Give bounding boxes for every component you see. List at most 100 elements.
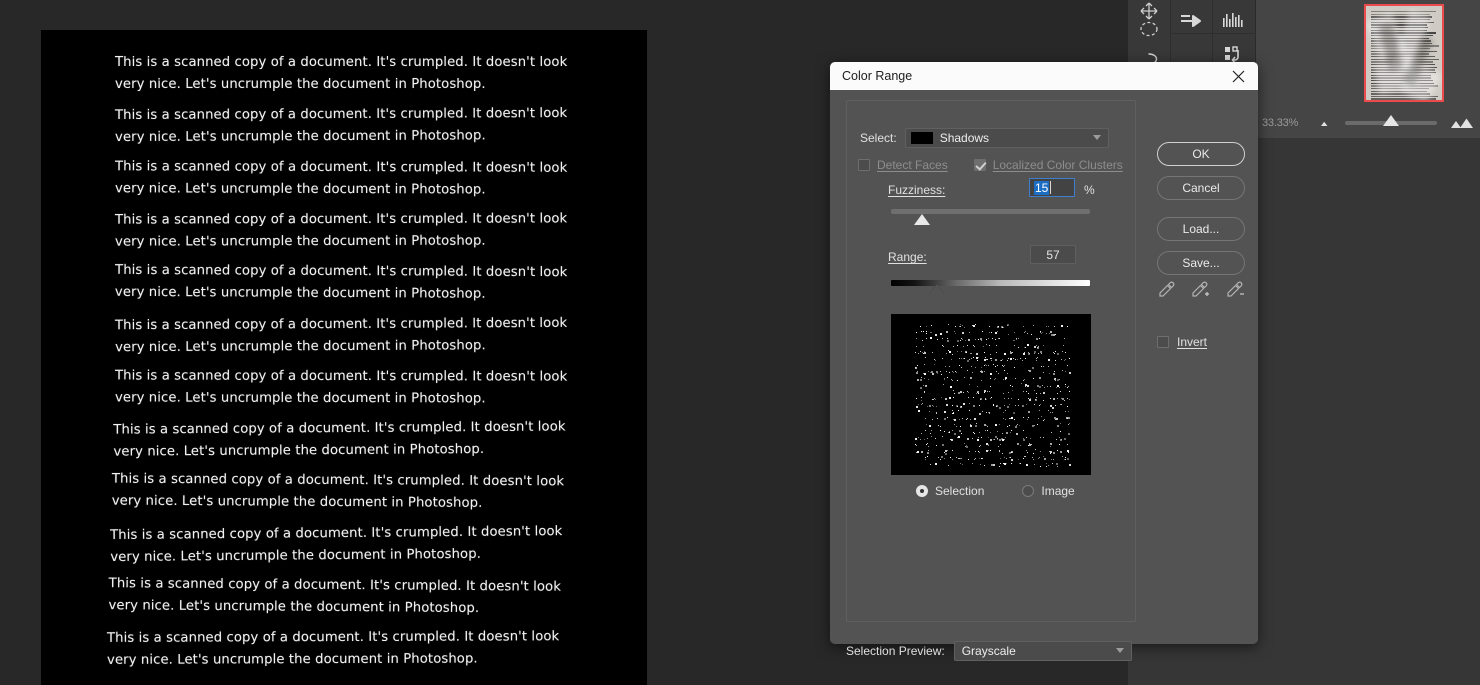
eyedropper-icon[interactable] <box>1157 280 1176 302</box>
fuzziness-slider-thumb[interactable] <box>914 214 930 225</box>
chevron-down-icon[interactable] <box>1116 648 1124 653</box>
save-button[interactable]: Save... <box>1157 251 1245 275</box>
fuzziness-input[interactable]: 15 <box>1029 178 1075 197</box>
preview-speckle <box>954 424 955 425</box>
preview-speckle <box>963 346 964 347</box>
preview-speckle <box>1062 398 1064 400</box>
preview-speckle <box>959 419 960 420</box>
zoom-slider[interactable] <box>1345 121 1437 125</box>
preview-speckle <box>921 400 922 401</box>
preview-speckle <box>950 439 951 440</box>
preview-speckle <box>995 339 996 340</box>
zoom-level-value[interactable]: 33.33% <box>1256 117 1318 129</box>
preview-speckle <box>924 351 925 352</box>
eyedropper-add-icon[interactable] <box>1190 280 1211 302</box>
preview-speckle <box>1021 383 1022 384</box>
selection-radio[interactable] <box>916 485 928 497</box>
preview-speckle <box>969 403 970 404</box>
preview-speckle <box>961 433 962 434</box>
localized-color-clusters-checkbox[interactable] <box>974 159 986 171</box>
chevron-down-icon[interactable] <box>1093 135 1101 140</box>
range-slider-thumb[interactable] <box>929 284 945 295</box>
preview-speckle <box>1023 439 1025 441</box>
dialog-titlebar[interactable]: Color Range <box>830 62 1258 90</box>
preview-speckle <box>926 331 927 332</box>
preview-speckle <box>1008 398 1009 399</box>
zoom-slider-thumb[interactable] <box>1383 115 1399 126</box>
preview-speckle <box>1059 379 1060 380</box>
color-range-dialog[interactable]: Color Range Select: Shadows Detect Faces… <box>830 62 1258 644</box>
small-mountain-icon[interactable] <box>1318 116 1335 130</box>
image-radio[interactable] <box>1022 485 1034 497</box>
preview-speckle <box>1069 464 1071 466</box>
preview-speckle <box>1057 450 1058 451</box>
preview-speckle <box>1057 353 1059 355</box>
preview-speckle <box>1055 380 1056 381</box>
selection-preview-dropdown[interactable]: Grayscale <box>954 641 1132 661</box>
preview-speckle <box>1022 405 1024 407</box>
select-row: Select: Shadows <box>860 128 1109 148</box>
selection-preview-label: Selection Preview: <box>846 644 945 658</box>
preview-speckle <box>982 411 983 412</box>
preview-speckle <box>1028 398 1029 399</box>
preview-speckle <box>1053 373 1055 375</box>
preview-speckle <box>944 418 946 420</box>
cancel-button[interactable]: Cancel <box>1157 176 1245 200</box>
preview-speckle <box>1054 326 1055 327</box>
preview-speckle <box>1067 458 1069 460</box>
preview-speckle <box>1055 360 1056 361</box>
close-icon[interactable] <box>1218 62 1258 90</box>
histogram-icon[interactable] <box>1212 4 1254 37</box>
preview-speckle <box>1059 444 1060 445</box>
elliptical-marquee-icon[interactable] <box>1128 12 1170 45</box>
preview-speckle <box>1004 457 1005 458</box>
load-button[interactable]: Load... <box>1157 217 1245 241</box>
large-mountain-icon[interactable] <box>1449 115 1475 132</box>
preview-speckle <box>1039 410 1040 411</box>
preview-speckle <box>986 339 987 340</box>
navigator-thumbnail[interactable] <box>1364 4 1444 102</box>
preview-speckle <box>941 456 943 458</box>
image-radio-label: Image <box>1041 484 1074 498</box>
eyedropper-subtract-icon[interactable] <box>1225 280 1246 302</box>
preview-speckle <box>1026 464 1028 466</box>
preview-speckle <box>1014 332 1015 333</box>
invert-checkbox[interactable] <box>1157 336 1169 348</box>
preview-speckle <box>957 351 958 352</box>
preview-speckle <box>988 450 989 451</box>
preview-speckle <box>995 366 996 367</box>
preview-speckle <box>1016 339 1017 340</box>
preview-speckle <box>923 373 924 374</box>
select-dropdown[interactable]: Shadows <box>905 128 1109 148</box>
preview-speckle <box>1051 405 1052 406</box>
preview-speckle <box>953 346 954 347</box>
preview-speckle <box>960 324 961 325</box>
preview-speckle <box>1037 424 1038 425</box>
preview-speckle <box>1040 466 1041 467</box>
range-input[interactable]: 57 <box>1030 245 1076 264</box>
gradient-tool-icon[interactable] <box>1170 4 1212 37</box>
preview-speckle <box>1004 398 1005 399</box>
preview-speckle <box>1041 416 1042 417</box>
preview-speckle <box>952 405 953 406</box>
preview-speckle <box>1023 380 1024 381</box>
preview-speckle <box>953 372 954 373</box>
range-slider[interactable] <box>891 280 1090 286</box>
preview-speckle <box>945 453 947 455</box>
preview-speckle <box>1043 437 1044 438</box>
preview-speckle <box>937 418 938 419</box>
preview-speckle <box>928 446 929 447</box>
preview-speckle <box>1005 419 1006 420</box>
ok-button[interactable]: OK <box>1157 142 1245 166</box>
preview-speckle <box>1065 384 1066 385</box>
preview-speckle <box>918 410 920 412</box>
detect-faces-checkbox[interactable] <box>858 159 870 171</box>
preview-speckle <box>936 412 937 413</box>
preview-speckle <box>1027 385 1029 387</box>
preview-speckle <box>1016 425 1017 426</box>
preview-speckle <box>1041 353 1042 354</box>
preview-speckle <box>959 358 960 359</box>
document-canvas[interactable]: This is a scanned copy of a document. It… <box>41 30 647 685</box>
selection-preview-thumbnail[interactable] <box>891 314 1091 475</box>
preview-speckle <box>942 338 943 339</box>
